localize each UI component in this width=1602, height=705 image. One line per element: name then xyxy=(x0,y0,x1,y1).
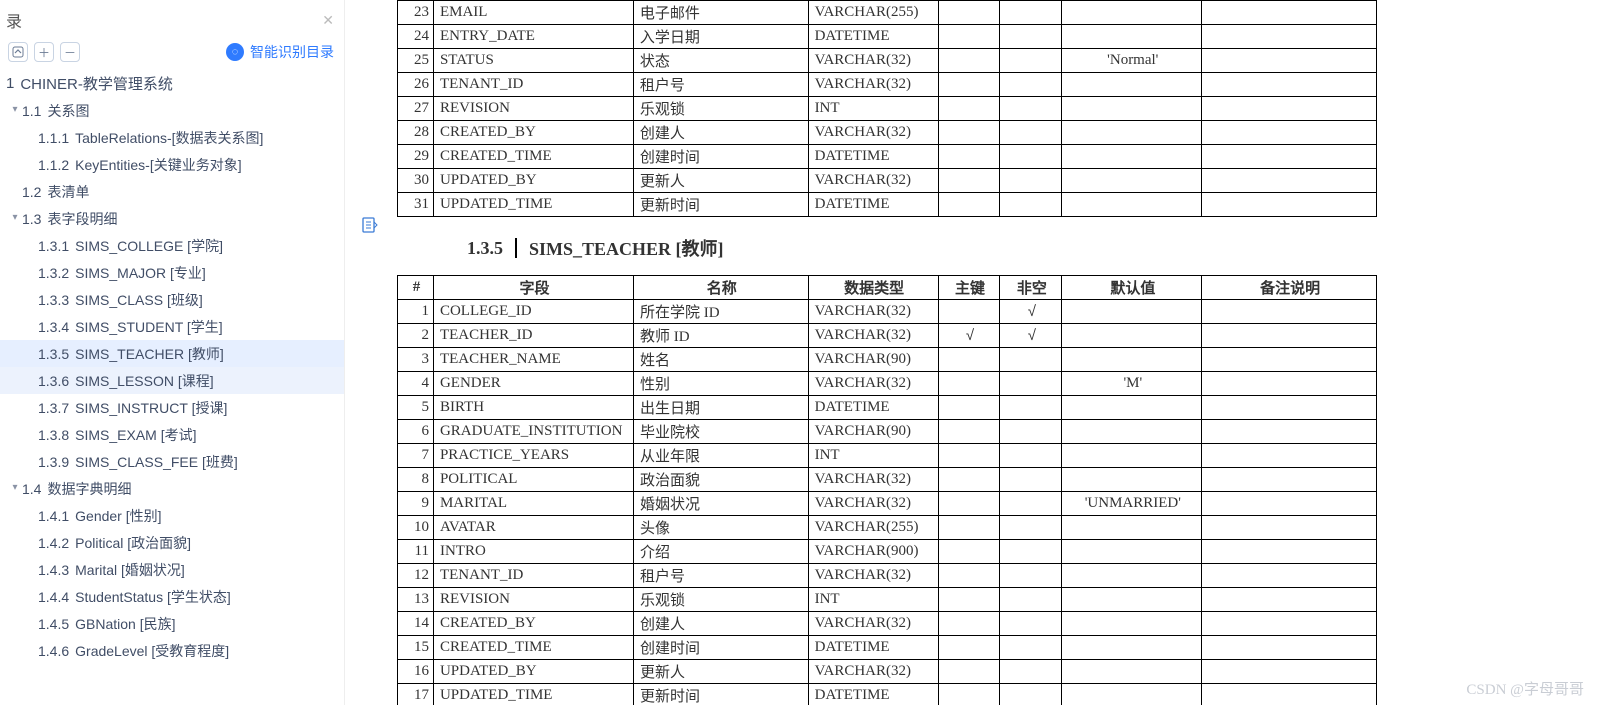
table-row: 1COLLEGE_ID所在学院 IDVARCHAR(32)√ xyxy=(398,300,1377,324)
tree-item-1-4-6[interactable]: 1.4.6GradeLevel [受教育程度] xyxy=(0,637,344,664)
smart-detect-button[interactable]: ◌ 智能识别目录 xyxy=(226,42,334,62)
table-row: 8POLITICAL政治面貌VARCHAR(32) xyxy=(398,468,1377,492)
table-row: 30UPDATED_BY更新人VARCHAR(32) xyxy=(398,169,1377,193)
table-row: 7PRACTICE_YEARS从业年限INT xyxy=(398,444,1377,468)
watermark: CSDN @字母哥哥 xyxy=(1466,678,1584,699)
tree-item-1-4-2[interactable]: 1.4.2Political [政治面貌] xyxy=(0,529,344,556)
collapse-all-button[interactable] xyxy=(8,42,28,62)
table-row: 29CREATED_TIME创建时间DATETIME xyxy=(398,145,1377,169)
outline-sidebar: 录 ✕ ＋ － ◌ 智能识别目录 1 CHINER-教学管理系统 ▾1.1关系图… xyxy=(0,0,345,705)
tree-item-1-1[interactable]: ▾1.1关系图 xyxy=(0,97,344,124)
table-row: 9MARITAL婚姻状况VARCHAR(32)'UNMARRIED' xyxy=(398,492,1377,516)
table-row: 10AVATAR头像VARCHAR(255) xyxy=(398,516,1377,540)
table-row: 5BIRTH出生日期DATETIME xyxy=(398,396,1377,420)
tree-item-1-3-5[interactable]: 1.3.5SIMS_TEACHER [教师] xyxy=(0,340,344,367)
table-row: 28CREATED_BY创建人VARCHAR(32) xyxy=(398,121,1377,145)
expand-button[interactable]: ＋ xyxy=(34,42,54,62)
chevron-down-icon: ▾ xyxy=(8,212,22,223)
tree-item-1-3-6[interactable]: 1.3.6SIMS_LESSON [课程] xyxy=(0,367,344,394)
table-teacher: # 字段 名称 数据类型 主键 非空 默认值 备注说明 1COLLEGE_ID所… xyxy=(397,275,1377,705)
table-row: 31UPDATED_TIME更新时间DATETIME xyxy=(398,193,1377,217)
table-row: 11INTRO介绍VARCHAR(900) xyxy=(398,540,1377,564)
table-row: 14CREATED_BY创建人VARCHAR(32) xyxy=(398,612,1377,636)
tree-item-1-1-2[interactable]: 1.1.2KeyEntities-[关键业务对象] xyxy=(0,151,344,178)
table-header-row: # 字段 名称 数据类型 主键 非空 默认值 备注说明 xyxy=(398,276,1377,300)
tree-item-1-3-4[interactable]: 1.3.4SIMS_STUDENT [学生] xyxy=(0,313,344,340)
tree-item-1-4-1[interactable]: 1.4.1Gender [性别] xyxy=(0,502,344,529)
table-row: 24ENTRY_DATE入学日期DATETIME xyxy=(398,25,1377,49)
tree-item-1-3-9[interactable]: 1.3.9SIMS_CLASS_FEE [班费] xyxy=(0,448,344,475)
tree-item-1-3-8[interactable]: 1.3.8SIMS_EXAM [考试] xyxy=(0,421,344,448)
collapse-button[interactable]: － xyxy=(60,42,80,62)
table-row: 12TENANT_ID租户号VARCHAR(32) xyxy=(398,564,1377,588)
sidebar-title: 录 xyxy=(6,8,22,32)
tree-root[interactable]: 1 CHINER-教学管理系统 xyxy=(0,70,344,97)
tree-item-1-3-2[interactable]: 1.3.2SIMS_MAJOR [专业] xyxy=(0,259,344,286)
tree-item-1-4-4[interactable]: 1.4.4StudentStatus [学生状态] xyxy=(0,583,344,610)
table-row: 25STATUS状态VARCHAR(32)'Normal' xyxy=(398,49,1377,73)
tree-item-1-1-1[interactable]: 1.1.1TableRelations-[数据表关系图] xyxy=(0,124,344,151)
tree-item-1-3-1[interactable]: 1.3.1SIMS_COLLEGE [学院] xyxy=(0,232,344,259)
section-gutter-icon[interactable] xyxy=(361,216,379,237)
section-heading-135: 1.3.5 SIMS_TEACHER [教师] xyxy=(467,235,1602,261)
table-row: 16UPDATED_BY更新人VARCHAR(32) xyxy=(398,660,1377,684)
table-row: 6GRADUATE_INSTITUTION毕业院校VARCHAR(90) xyxy=(398,420,1377,444)
chevron-down-icon: ▾ xyxy=(8,482,22,493)
table-row: 17UPDATED_TIME更新时间DATETIME xyxy=(398,684,1377,705)
tree-item-1-4[interactable]: ▾1.4数据字典明细 xyxy=(0,475,344,502)
tree-item-1-3-7[interactable]: 1.3.7SIMS_INSTRUCT [授课] xyxy=(0,394,344,421)
table-row: 26TENANT_ID租户号VARCHAR(32) xyxy=(398,73,1377,97)
table-row: 3TEACHER_NAME姓名VARCHAR(90) xyxy=(398,348,1377,372)
close-icon[interactable]: ✕ xyxy=(322,12,334,29)
tree-item-1-2[interactable]: 1.2表清单 xyxy=(0,178,344,205)
smart-label: 智能识别目录 xyxy=(250,42,334,62)
table-row: 15CREATED_TIME创建时间DATETIME xyxy=(398,636,1377,660)
outline-tree: 1 CHINER-教学管理系统 ▾1.1关系图1.1.1TableRelatio… xyxy=(0,66,344,670)
table-row: 4GENDER性别VARCHAR(32)'M' xyxy=(398,372,1377,396)
table-row: 27REVISION乐观锁INT xyxy=(398,97,1377,121)
tree-item-1-4-3[interactable]: 1.4.3Marital [婚姻状况] xyxy=(0,556,344,583)
smart-icon: ◌ xyxy=(226,43,244,61)
tree-item-1-4-5[interactable]: 1.4.5GBNation [民族] xyxy=(0,610,344,637)
table-student-tail: 23EMAIL电子邮件VARCHAR(255)24ENTRY_DATE入学日期D… xyxy=(397,0,1377,217)
table-row: 23EMAIL电子邮件VARCHAR(255) xyxy=(398,1,1377,25)
tree-item-1-3[interactable]: ▾1.3表字段明细 xyxy=(0,205,344,232)
document-pane[interactable]: 23EMAIL电子邮件VARCHAR(255)24ENTRY_DATE入学日期D… xyxy=(345,0,1602,705)
tree-item-1-3-3[interactable]: 1.3.3SIMS_CLASS [班级] xyxy=(0,286,344,313)
chevron-down-icon: ▾ xyxy=(8,104,22,115)
table-row: 2TEACHER_ID教师 IDVARCHAR(32)√√ xyxy=(398,324,1377,348)
table-row: 13REVISION乐观锁INT xyxy=(398,588,1377,612)
